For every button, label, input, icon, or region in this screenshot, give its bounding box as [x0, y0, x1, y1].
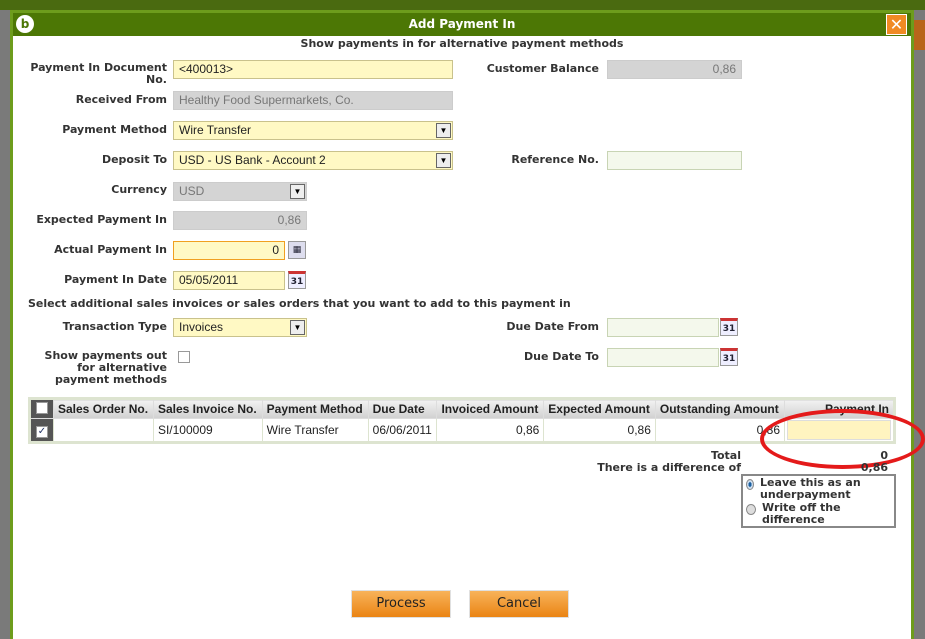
actual-payment-input[interactable]: 0 — [173, 241, 285, 260]
txn-type-value: Invoices — [179, 320, 224, 334]
chevron-down-icon[interactable]: ▼ — [436, 153, 451, 168]
option-underpayment[interactable]: Leave this as an underpayment — [746, 477, 891, 501]
currency-label: Currency — [111, 183, 167, 196]
due-from-label: Due Date From — [506, 320, 599, 333]
radio-writeoff[interactable] — [746, 504, 756, 515]
actual-label: Actual Payment In — [54, 243, 167, 256]
due-to-label: Due Date To — [524, 350, 599, 363]
table-header: Sales Order No. Sales Invoice No. Paymen… — [29, 398, 895, 419]
txn-type-select[interactable]: Invoices ▼ — [173, 318, 307, 337]
col-sales-invoice: Sales Invoice No. — [152, 398, 263, 419]
difference-options: Leave this as an underpayment Write off … — [741, 474, 896, 528]
cell-invoiced: 0,86 — [436, 418, 545, 443]
col-invoiced: Invoiced Amount — [436, 398, 545, 419]
chevron-down-icon[interactable]: ▼ — [436, 123, 451, 138]
expected-label: Expected Payment In — [36, 213, 167, 226]
show-out-label: Show payments out for alternative paymen… — [44, 349, 167, 386]
col-expected: Expected Amount — [543, 398, 656, 419]
date-label: Payment In Date — [64, 273, 167, 286]
close-icon[interactable]: ✕ — [886, 14, 907, 35]
background-button — [913, 20, 925, 50]
received-from-input: Healthy Food Supermarkets, Co. — [173, 91, 453, 110]
expected-payment: 0,86 — [173, 211, 307, 230]
currency-value: USD — [179, 184, 205, 198]
cell-invoice: SI/100009 — [152, 418, 263, 443]
option-writeoff-label: Write off the difference — [762, 501, 841, 526]
select-instruction: Select additional sales invoices or sale… — [28, 297, 571, 310]
due-from-input[interactable] — [607, 318, 719, 337]
deposit-to-value: USD - US Bank - Account 2 — [179, 153, 326, 167]
process-button[interactable]: Process — [351, 590, 451, 618]
deposit-to-select[interactable]: USD - US Bank - Account 2 ▼ — [173, 151, 453, 170]
show-out-checkbox[interactable] — [178, 351, 190, 363]
col-sales-order: Sales Order No. — [53, 398, 154, 419]
txn-type-label: Transaction Type — [62, 320, 167, 333]
cell-expected: 0,86 — [543, 418, 656, 443]
chevron-down-icon[interactable]: ▼ — [290, 320, 305, 335]
add-payment-dialog: b Add Payment In ✕ Show payments in for … — [10, 10, 925, 639]
row-checkbox[interactable]: ✓ — [36, 425, 48, 438]
customer-balance-label: Customer Balance — [486, 62, 599, 75]
deposit-to-label: Deposit To — [101, 153, 167, 166]
col-due-date: Due Date — [367, 398, 438, 419]
calendar-icon[interactable]: 31 — [720, 348, 738, 366]
cell-order — [53, 418, 154, 443]
select-all-checkbox[interactable] — [36, 401, 48, 414]
payment-method-value: Wire Transfer — [179, 123, 252, 137]
app-logo-icon: b — [16, 15, 34, 33]
cell-due: 06/06/2011 — [367, 418, 438, 443]
due-to-input[interactable] — [607, 348, 719, 367]
select-all-checkbox-cell[interactable] — [29, 398, 54, 419]
radio-underpayment[interactable] — [746, 479, 755, 490]
reference-input[interactable] — [607, 151, 742, 170]
doc-no-label: Payment In Document No. — [30, 61, 167, 86]
col-payment-method: Payment Method — [261, 398, 369, 419]
row-checkbox-cell[interactable]: ✓ — [29, 418, 54, 443]
payment-date-input[interactable]: 05/05/2011 — [173, 271, 285, 290]
cell-method: Wire Transfer — [261, 418, 369, 443]
doc-no-input[interactable]: <400013> — [173, 60, 453, 79]
received-from-label: Received From — [75, 93, 167, 106]
chevron-down-icon[interactable]: ▼ — [290, 184, 305, 199]
payment-method-select[interactable]: Wire Transfer ▼ — [173, 121, 453, 140]
payment-method-label: Payment Method — [62, 123, 167, 136]
difference-label: There is a difference of — [597, 461, 741, 474]
customer-balance: 0,86 — [607, 60, 742, 79]
difference-value: 0,86 — [860, 461, 888, 474]
reference-label: Reference No. — [511, 153, 599, 166]
option-writeoff[interactable]: Write off the difference — [746, 502, 891, 526]
background-header — [0, 0, 925, 10]
calculator-icon[interactable]: ▦ — [288, 241, 306, 259]
currency-select[interactable]: USD ▼ — [173, 182, 307, 201]
calendar-icon[interactable]: 31 — [288, 271, 306, 289]
calendar-icon[interactable]: 31 — [720, 318, 738, 336]
subtitle: Show payments in for alternative payment… — [300, 37, 624, 50]
dialog-title: Add Payment In — [408, 17, 516, 31]
dialog-title-bar[interactable]: b Add Payment In ✕ — [13, 13, 911, 36]
cancel-button[interactable]: Cancel — [469, 590, 569, 618]
option-underpayment-label: Leave this as an underpayment — [760, 476, 861, 501]
col-outstanding: Outstanding Amount — [654, 398, 786, 419]
